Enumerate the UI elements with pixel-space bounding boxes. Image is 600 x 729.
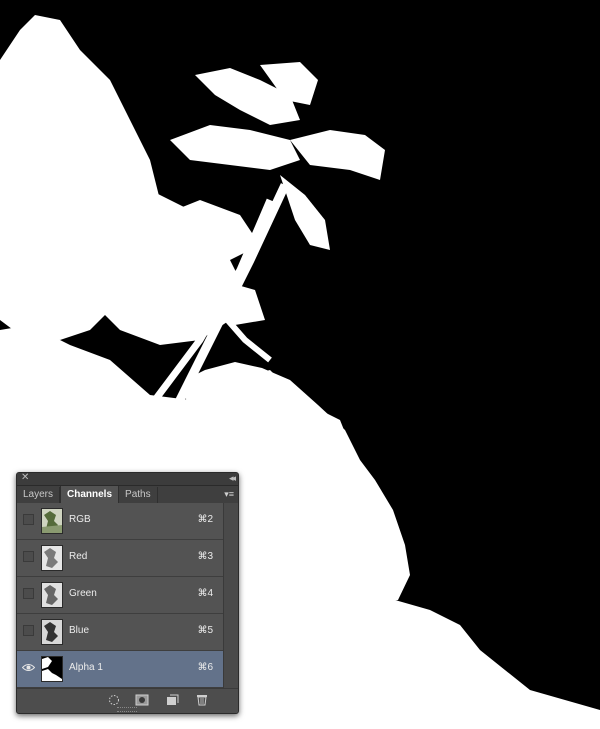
channel-shortcut: ⌘2 <box>197 514 213 525</box>
channels-panel: ✕ ◂◂ Layers Channels Paths ▾≡ RGB ⌘2 Red… <box>16 472 239 714</box>
visibility-toggle[interactable] <box>23 551 34 562</box>
channel-thumbnail-blue <box>41 619 63 645</box>
channel-list: RGB ⌘2 Red ⌘3 Green ⌘4 Blue ⌘5 Alpha 1 ⌘… <box>17 503 223 688</box>
channel-name: Green <box>69 588 97 599</box>
panel-tabs: Layers Channels Paths ▾≡ <box>17 486 238 504</box>
panel-menu-icon[interactable]: ▾≡ <box>224 489 234 499</box>
channel-row-rgb[interactable]: RGB ⌘2 <box>17 503 223 540</box>
scrollbar[interactable] <box>223 503 238 688</box>
channel-thumbnail-alpha-1 <box>41 656 63 682</box>
tab-layers[interactable]: Layers <box>17 487 61 503</box>
channel-thumbnail-rgb <box>41 508 63 534</box>
channel-name: Blue <box>69 625 90 636</box>
eye-icon[interactable] <box>22 663 35 672</box>
close-icon[interactable]: ✕ <box>21 473 29 484</box>
channel-shortcut: ⌘5 <box>197 625 213 636</box>
visibility-toggle[interactable] <box>23 514 34 525</box>
panel-footer <box>17 688 238 713</box>
tab-paths[interactable]: Paths <box>119 487 158 503</box>
channel-row-green[interactable]: Green ⌘4 <box>17 577 223 614</box>
visibility-toggle[interactable] <box>23 588 34 599</box>
channel-name: Alpha 1 <box>69 662 103 673</box>
channel-row-red[interactable]: Red ⌘3 <box>17 540 223 577</box>
channel-shortcut: ⌘3 <box>197 551 213 562</box>
channel-row-blue[interactable]: Blue ⌘5 <box>17 614 223 651</box>
collapse-icon[interactable]: ◂◂ <box>229 473 236 484</box>
visibility-toggle[interactable] <box>23 625 34 636</box>
channel-thumbnail-green <box>41 582 63 608</box>
panel-titlebar: ✕ ◂◂ <box>17 473 238 486</box>
save-selection-icon[interactable] <box>135 694 149 706</box>
resize-grip[interactable] <box>117 707 137 712</box>
trash-icon[interactable] <box>195 694 209 706</box>
new-channel-icon[interactable] <box>165 694 179 706</box>
channel-name: Red <box>69 551 88 562</box>
channel-row-alpha-1[interactable]: Alpha 1 ⌘6 <box>17 651 223 688</box>
channel-name: RGB <box>69 514 91 525</box>
channel-thumbnail-red <box>41 545 63 571</box>
tab-channels[interactable]: Channels <box>60 486 120 503</box>
channel-shortcut: ⌘4 <box>197 588 213 599</box>
load-selection-icon[interactable] <box>107 694 121 706</box>
channel-shortcut: ⌘6 <box>197 662 213 673</box>
